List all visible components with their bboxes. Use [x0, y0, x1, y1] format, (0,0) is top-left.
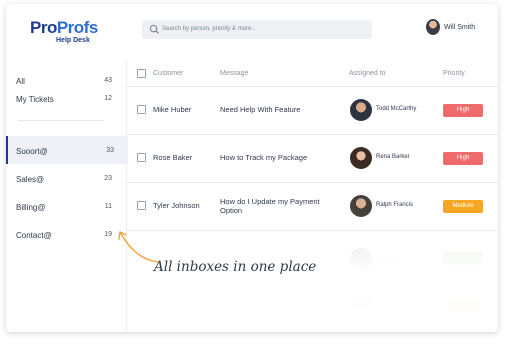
logo-subtitle: Help Desk: [56, 37, 90, 44]
sidebar-item-contact[interactable]: Contact@ 19: [6, 224, 126, 246]
sidebar-item-my-tickets[interactable]: My Tickets 12: [6, 88, 126, 110]
search-icon: [149, 24, 160, 35]
agent-name: Ralph Francis: [376, 202, 414, 208]
table-row[interactable]: Rose Baker How to Track my Package Rena …: [127, 135, 498, 183]
sidebar-item-label: Billing@: [16, 203, 46, 212]
ticket-message[interactable]: How to Track my Package: [220, 153, 340, 162]
column-header-customer[interactable]: Customer: [153, 70, 183, 77]
logo-wordmark: ProProfs: [30, 18, 98, 37]
app-window: ProProfs Help Desk Search by person, pri…: [6, 4, 498, 332]
sidebar-item-label: Contact@: [16, 231, 52, 240]
fade-overlay: [127, 222, 498, 332]
avatar: [426, 19, 440, 35]
agent-avatar: [350, 99, 372, 121]
sidebar-item-label: My Tickets: [16, 95, 54, 104]
count-badge: 19: [104, 231, 112, 238]
priority-badge[interactable]: High: [443, 152, 483, 165]
agent-name: Rena Barker: [376, 154, 410, 160]
sidebar: All 43 My Tickets 12 Suoort@ 33 Sales@ 2…: [6, 60, 128, 332]
annotation-caption: All inboxes in one place: [154, 259, 317, 275]
row-checkbox[interactable]: [137, 153, 146, 162]
top-bar: ProProfs Help Desk Search by person, pri…: [6, 4, 498, 60]
sidebar-item-label: All: [16, 77, 25, 86]
sidebar-item-label: Suoort@: [16, 147, 48, 156]
sidebar-item-support[interactable]: Suoort@ 33: [6, 136, 128, 164]
select-all-checkbox[interactable]: [137, 69, 146, 78]
count-badge: 43: [104, 77, 112, 84]
sidebar-item-billing[interactable]: Billing@ 11: [6, 196, 126, 218]
column-header-message[interactable]: Message: [220, 70, 248, 77]
search-placeholder: Search by person, priority & more..: [162, 26, 255, 32]
search-input[interactable]: Search by person, priority & more..: [142, 20, 372, 39]
ticket-message[interactable]: How do I Update my Payment Option: [220, 197, 340, 215]
row-checkbox[interactable]: [137, 105, 146, 114]
proprofs-logo[interactable]: ProProfs Help Desk: [30, 18, 106, 50]
agent-avatar: [350, 147, 372, 169]
table-row[interactable]: Mike Huber Need Help With Feature Todd M…: [127, 87, 498, 135]
divider: [18, 120, 104, 121]
customer-name: Tyler Johnson: [153, 201, 200, 210]
sidebar-item-label: Sales@: [16, 175, 45, 184]
column-header-priority[interactable]: Priority: [443, 70, 465, 77]
count-badge: 12: [104, 95, 112, 102]
user-name: Will Smith: [444, 24, 476, 31]
sidebar-item-sales[interactable]: Sales@ 23: [6, 168, 126, 190]
customer-name: Mike Huber: [153, 105, 192, 114]
agent-avatar: [350, 195, 372, 217]
count-badge: 33: [106, 147, 114, 154]
ticket-message[interactable]: Need Help With Feature: [220, 105, 340, 114]
customer-name: Rose Baker: [153, 153, 193, 162]
priority-badge[interactable]: Medium: [443, 200, 483, 213]
row-checkbox[interactable]: [137, 201, 146, 210]
count-badge: 11: [104, 203, 112, 210]
count-badge: 23: [104, 175, 112, 182]
priority-badge[interactable]: High: [443, 104, 483, 117]
table-header: Customer Message Assigned to Priority: [127, 60, 498, 87]
column-header-assigned[interactable]: Assigned to: [349, 70, 386, 77]
agent-name: Todd McCarthy: [376, 106, 417, 112]
